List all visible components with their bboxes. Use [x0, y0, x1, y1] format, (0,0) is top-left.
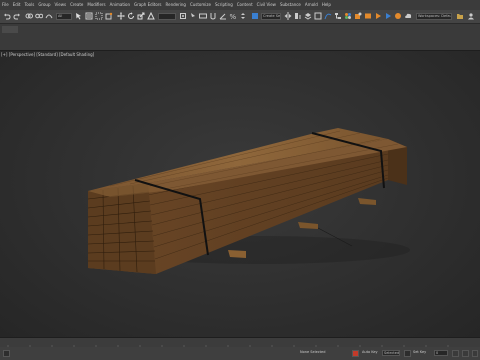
menu-customize[interactable]: Customize — [188, 0, 213, 10]
edit-named-sets-icon[interactable] — [251, 12, 259, 20]
select-manipulate-icon[interactable] — [189, 12, 197, 20]
lumber-stack-model[interactable] — [0, 51, 480, 337]
schematic-view-icon[interactable] — [334, 12, 342, 20]
snap-toggle-icon[interactable] — [209, 12, 217, 20]
rect-selection-icon[interactable] — [95, 12, 103, 20]
render-iterative-icon[interactable] — [384, 12, 392, 20]
set-key-icon[interactable] — [404, 350, 411, 357]
angle-snap-icon[interactable] — [219, 12, 227, 20]
menu-tools[interactable]: Tools — [22, 0, 36, 10]
render-production-icon[interactable] — [374, 12, 382, 20]
named-selection-set-dropdown[interactable]: Create Selection Set — [261, 13, 281, 20]
rotate-icon[interactable] — [127, 12, 135, 20]
mirror-icon[interactable] — [284, 12, 292, 20]
unlink-icon[interactable] — [35, 12, 43, 20]
status-bar: None Selected Auto Key Selected Set Key … — [0, 347, 480, 360]
menu-bar: File Edit Tools Group Views Create Modif… — [0, 0, 480, 10]
menu-edit[interactable]: Edit — [11, 0, 23, 10]
maxscript-listener-icon[interactable] — [3, 350, 10, 357]
selection-status: None Selected — [300, 350, 326, 354]
skid-front-right — [298, 222, 318, 229]
align-icon[interactable] — [294, 12, 302, 20]
menu-civil-view[interactable]: Civil View — [255, 0, 278, 10]
select-object-icon[interactable] — [75, 12, 83, 20]
perspective-viewport[interactable]: [+] [Perspective] [Standard] [Default Sh… — [0, 51, 480, 337]
redo-icon[interactable] — [13, 12, 21, 20]
zoom-extents-icon[interactable] — [462, 350, 469, 357]
menu-create[interactable]: Create — [68, 0, 85, 10]
menu-rendering[interactable]: Rendering — [164, 0, 188, 10]
render-setup-icon[interactable] — [354, 12, 362, 20]
menu-help[interactable]: Help — [320, 0, 333, 10]
menu-views[interactable]: Views — [53, 0, 69, 10]
menu-graph-editors[interactable]: Graph Editors — [132, 0, 163, 10]
user-account-icon[interactable] — [467, 12, 475, 20]
pivot-center-icon[interactable] — [179, 12, 187, 20]
rendered-frame-window-icon[interactable] — [364, 12, 372, 20]
menu-substance[interactable]: Substance — [278, 0, 303, 10]
ribbon-panel — [0, 24, 480, 50]
link-icon[interactable] — [25, 12, 33, 20]
set-key-button[interactable]: Set Key — [413, 350, 426, 354]
current-frame-field[interactable]: 0 — [434, 350, 448, 356]
end-face-left — [88, 183, 156, 274]
menu-animation[interactable]: Animation — [108, 0, 132, 10]
activeshade-icon[interactable] — [394, 12, 402, 20]
window-crossing-icon[interactable] — [105, 12, 113, 20]
menu-arnold[interactable]: Arnold — [303, 0, 320, 10]
cloud-render-icon[interactable] — [404, 12, 412, 20]
main-toolbar: All % Create Selection Set Workspaces: D… — [0, 10, 480, 24]
menu-scripting[interactable]: Scripting — [213, 0, 235, 10]
menu-content[interactable]: Content — [235, 0, 255, 10]
workspace-dropdown[interactable]: Workspaces: Default — [416, 13, 452, 20]
key-filter-dropdown[interactable]: Selected — [382, 350, 400, 356]
bind-spacewarp-icon[interactable] — [45, 12, 53, 20]
menu-file[interactable]: File — [0, 0, 11, 10]
skid-front-left — [228, 250, 246, 258]
skid-back — [358, 198, 376, 205]
ribbon-collapse-button[interactable] — [2, 26, 18, 33]
curve-editor-icon[interactable] — [324, 12, 332, 20]
selection-filter-dropdown[interactable]: All — [56, 13, 72, 20]
menu-modifiers[interactable]: Modifiers — [85, 0, 107, 10]
select-by-name-icon[interactable] — [85, 12, 93, 20]
menu-group[interactable]: Group — [36, 0, 52, 10]
placement-icon[interactable] — [147, 12, 155, 20]
auto-key-icon[interactable] — [352, 350, 359, 357]
play-icon[interactable] — [452, 350, 459, 357]
auto-key-button[interactable]: Auto Key — [362, 350, 378, 354]
layer-explorer-icon[interactable] — [304, 12, 312, 20]
percent-snap-icon[interactable]: % — [229, 12, 237, 20]
scene-explorer-icon[interactable] — [314, 12, 322, 20]
move-icon[interactable] — [117, 12, 125, 20]
reference-coordinate-dropdown[interactable] — [158, 13, 176, 20]
undo-icon[interactable] — [3, 12, 11, 20]
scale-icon[interactable] — [137, 12, 145, 20]
orbit-icon[interactable] — [472, 350, 478, 357]
material-editor-icon[interactable] — [344, 12, 352, 20]
svg-text:%: % — [230, 13, 237, 20]
project-folder-icon[interactable] — [456, 12, 464, 20]
keyboard-shortcut-icon[interactable] — [199, 12, 207, 20]
spinner-snap-icon[interactable] — [239, 12, 247, 20]
